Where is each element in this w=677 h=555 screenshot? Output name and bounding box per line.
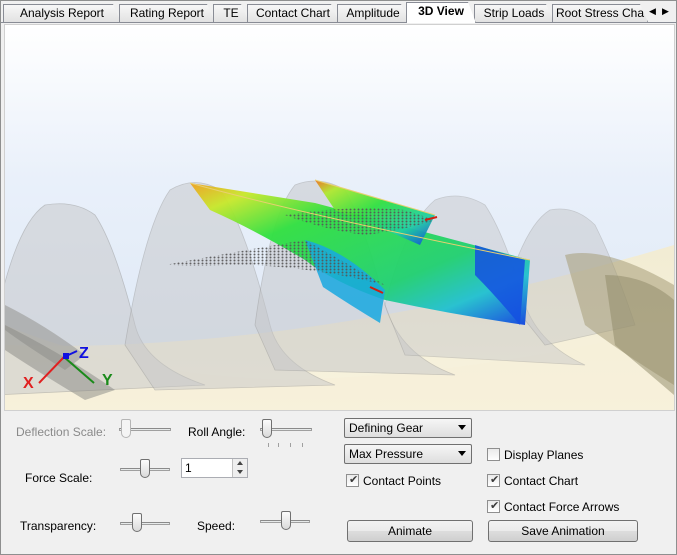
tab-scroll-left-icon[interactable]: ◀	[646, 3, 659, 19]
axis-x-label: X	[23, 375, 34, 392]
checkmark-icon: ✔	[490, 474, 500, 486]
tab-strip-loads[interactable]: Strip Loads	[474, 4, 554, 22]
force-scale-label: Force Scale:	[25, 471, 93, 485]
transparency-label: Transparency:	[20, 519, 97, 533]
axis-z-label: Z	[79, 345, 89, 362]
deflection-scale-label: Deflection Scale:	[16, 425, 107, 439]
speed-slider[interactable]	[260, 511, 310, 533]
tab-root-stress-chart[interactable]: Root Stress Cha	[552, 4, 648, 22]
3d-viewport[interactable]: X Y Z	[4, 24, 675, 411]
roll-angle-label: Roll Angle:	[188, 425, 246, 439]
tab-te[interactable]: TE	[213, 4, 249, 22]
force-scale-stepper[interactable]: 1	[181, 458, 248, 478]
checkmark-icon: ✔	[349, 474, 359, 486]
tab-scroll-right-icon[interactable]: ▶	[659, 3, 672, 19]
gear-select-value: Defining Gear	[349, 421, 424, 435]
result-select[interactable]: Max Pressure	[344, 444, 472, 464]
checkmark-icon: ✔	[490, 500, 500, 512]
force-scale-value[interactable]: 1	[185, 461, 192, 475]
transparency-slider[interactable]	[120, 513, 170, 535]
chevron-down-icon	[458, 425, 466, 430]
result-select-value: Max Pressure	[349, 447, 424, 461]
save-animation-button[interactable]: Save Animation	[488, 520, 638, 542]
axis-y-label: Y	[102, 372, 113, 389]
control-panel: Deflection Scale: Roll Angle: Force Scal…	[4, 410, 673, 554]
chevron-down-icon	[458, 451, 466, 456]
roll-angle-slider[interactable]	[260, 419, 312, 447]
tab-contact-chart[interactable]: Contact Chart	[247, 4, 339, 22]
force-scale-slider[interactable]	[120, 459, 170, 481]
main-window: Analysis Report Rating Report TE Contact…	[0, 0, 677, 555]
animate-button[interactable]: Animate	[347, 520, 473, 542]
tab-amplitude[interactable]: Amplitude	[337, 4, 409, 22]
tab-rating-report[interactable]: Rating Report	[119, 4, 215, 22]
stepper-down-icon[interactable]	[233, 468, 247, 477]
gear-select[interactable]: Defining Gear	[344, 418, 472, 438]
deflection-scale-slider[interactable]	[119, 419, 171, 441]
tab-3d-view[interactable]: 3D View	[406, 2, 476, 23]
speed-label: Speed:	[197, 519, 236, 533]
tab-analysis-report[interactable]: Analysis Report	[3, 4, 121, 22]
tab-bar: Analysis Report Rating Report TE Contact…	[1, 1, 676, 23]
